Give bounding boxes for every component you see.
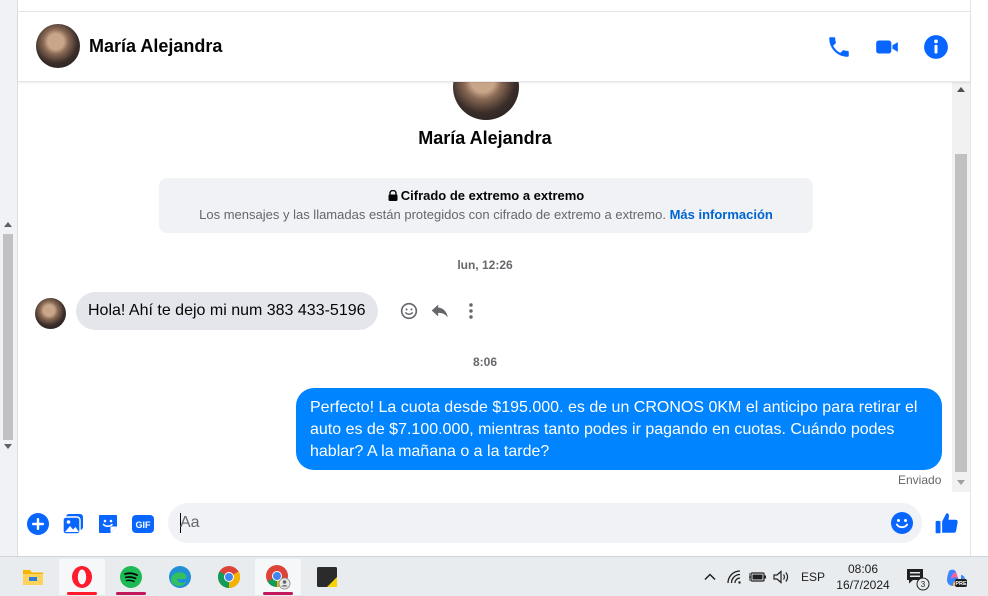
clock-time: 08:06 (847, 562, 879, 576)
scroll-up-arrow[interactable] (957, 87, 965, 92)
thumbs-up-icon[interactable] (934, 510, 960, 536)
copilot-icon[interactable]: PRE (945, 567, 967, 589)
scrollbar-thumb[interactable] (3, 234, 13, 440)
battery-icon[interactable] (749, 571, 767, 583)
gif-icon[interactable]: GIF (131, 512, 155, 536)
opera-icon (72, 566, 92, 588)
svg-text:PRE: PRE (955, 581, 967, 587)
page-scrollbar[interactable] (0, 218, 16, 456)
taskbar-edge[interactable] (157, 559, 203, 595)
taskbar-sticky-notes[interactable] (304, 559, 350, 595)
chevron-up-icon[interactable] (703, 570, 717, 584)
message-scrollbar[interactable] (952, 82, 970, 492)
scroll-down-arrow[interactable] (4, 444, 12, 449)
open-indicator (116, 592, 146, 595)
encryption-title: Cifrado de extremo a extremo (159, 188, 813, 203)
sticky-notes-icon (317, 567, 337, 587)
folder-icon (23, 570, 43, 585)
encryption-notice: Cifrado de extremo a extremo Los mensaje… (159, 178, 813, 233)
taskbar-opera[interactable] (59, 559, 105, 595)
message-timestamp: lun, 12:26 (457, 258, 513, 272)
outgoing-message[interactable]: Perfecto! La cuota desde $195.000. es de… (296, 388, 942, 470)
clock-date: 16/7/2024 (836, 578, 890, 592)
phone-call-icon[interactable] (826, 34, 852, 60)
emoji-picker-icon[interactable] (890, 511, 914, 535)
windows-taskbar: ESP 08:06 16/7/2024 3 PRE (0, 556, 988, 596)
scrollbar-thumb[interactable] (955, 154, 967, 472)
taskbar-spotify[interactable] (108, 559, 154, 595)
wifi-icon[interactable] (727, 570, 743, 584)
attach-image-icon[interactable] (61, 512, 85, 536)
right-panel-edge (970, 0, 988, 556)
spotify-icon (120, 566, 142, 588)
encryption-description-text: Los mensajes y las llamadas están proteg… (199, 207, 666, 222)
encryption-description: Los mensajes y las llamadas están proteg… (159, 207, 813, 222)
taskbar-chrome-profile[interactable] (255, 559, 301, 595)
edge-icon (169, 566, 191, 588)
taskbar-clock[interactable]: 08:06 16/7/2024 (822, 561, 904, 593)
lock-icon (388, 189, 398, 201)
message-timestamp: 8:06 (472, 355, 498, 369)
incoming-message[interactable]: Hola! Ahí te dejo mi num 383 433-5196 (76, 292, 378, 330)
info-icon[interactable] (923, 34, 949, 60)
top-bar-edge (18, 0, 970, 12)
message-composer: GIF (18, 492, 970, 556)
notification-center-icon[interactable]: 3 (905, 566, 931, 592)
message-input-container[interactable] (168, 503, 922, 543)
more-options-icon[interactable] (460, 300, 482, 322)
chrome-icon (218, 566, 240, 588)
react-emoji-icon[interactable] (398, 300, 420, 322)
system-tray: ESP (703, 557, 825, 596)
more-info-link[interactable]: Más información (670, 207, 773, 222)
message-status: Enviado (898, 473, 942, 487)
taskbar-chrome[interactable] (206, 559, 252, 595)
reply-icon[interactable] (429, 300, 451, 322)
app-window: María Alejandra María Alejandra Cifrado … (0, 0, 988, 596)
message-input[interactable] (180, 503, 880, 543)
sticker-icon[interactable] (96, 512, 120, 536)
active-indicator (263, 592, 293, 595)
sender-avatar[interactable] (35, 298, 66, 329)
encryption-title-text: Cifrado de extremo a extremo (400, 188, 585, 203)
volume-icon[interactable] (773, 570, 789, 584)
profile-avatar[interactable] (453, 82, 519, 120)
chat-header: María Alejandra (18, 12, 970, 82)
scroll-up-arrow[interactable] (4, 222, 12, 227)
active-indicator (67, 592, 97, 595)
chrome-profile-icon (266, 565, 291, 590)
message-list[interactable]: María Alejandra Cifrado de extremo a ext… (18, 82, 952, 492)
contact-name[interactable]: María Alejandra (89, 36, 222, 57)
taskbar-file-explorer[interactable] (10, 559, 56, 595)
profile-name: María Alejandra (418, 128, 552, 148)
scroll-down-arrow[interactable] (957, 480, 965, 485)
gif-label: GIF (136, 520, 152, 530)
notification-badge: 3 (921, 580, 926, 589)
contact-avatar[interactable] (36, 24, 80, 68)
plus-actions-icon[interactable] (26, 512, 50, 536)
video-call-icon[interactable] (874, 34, 900, 60)
